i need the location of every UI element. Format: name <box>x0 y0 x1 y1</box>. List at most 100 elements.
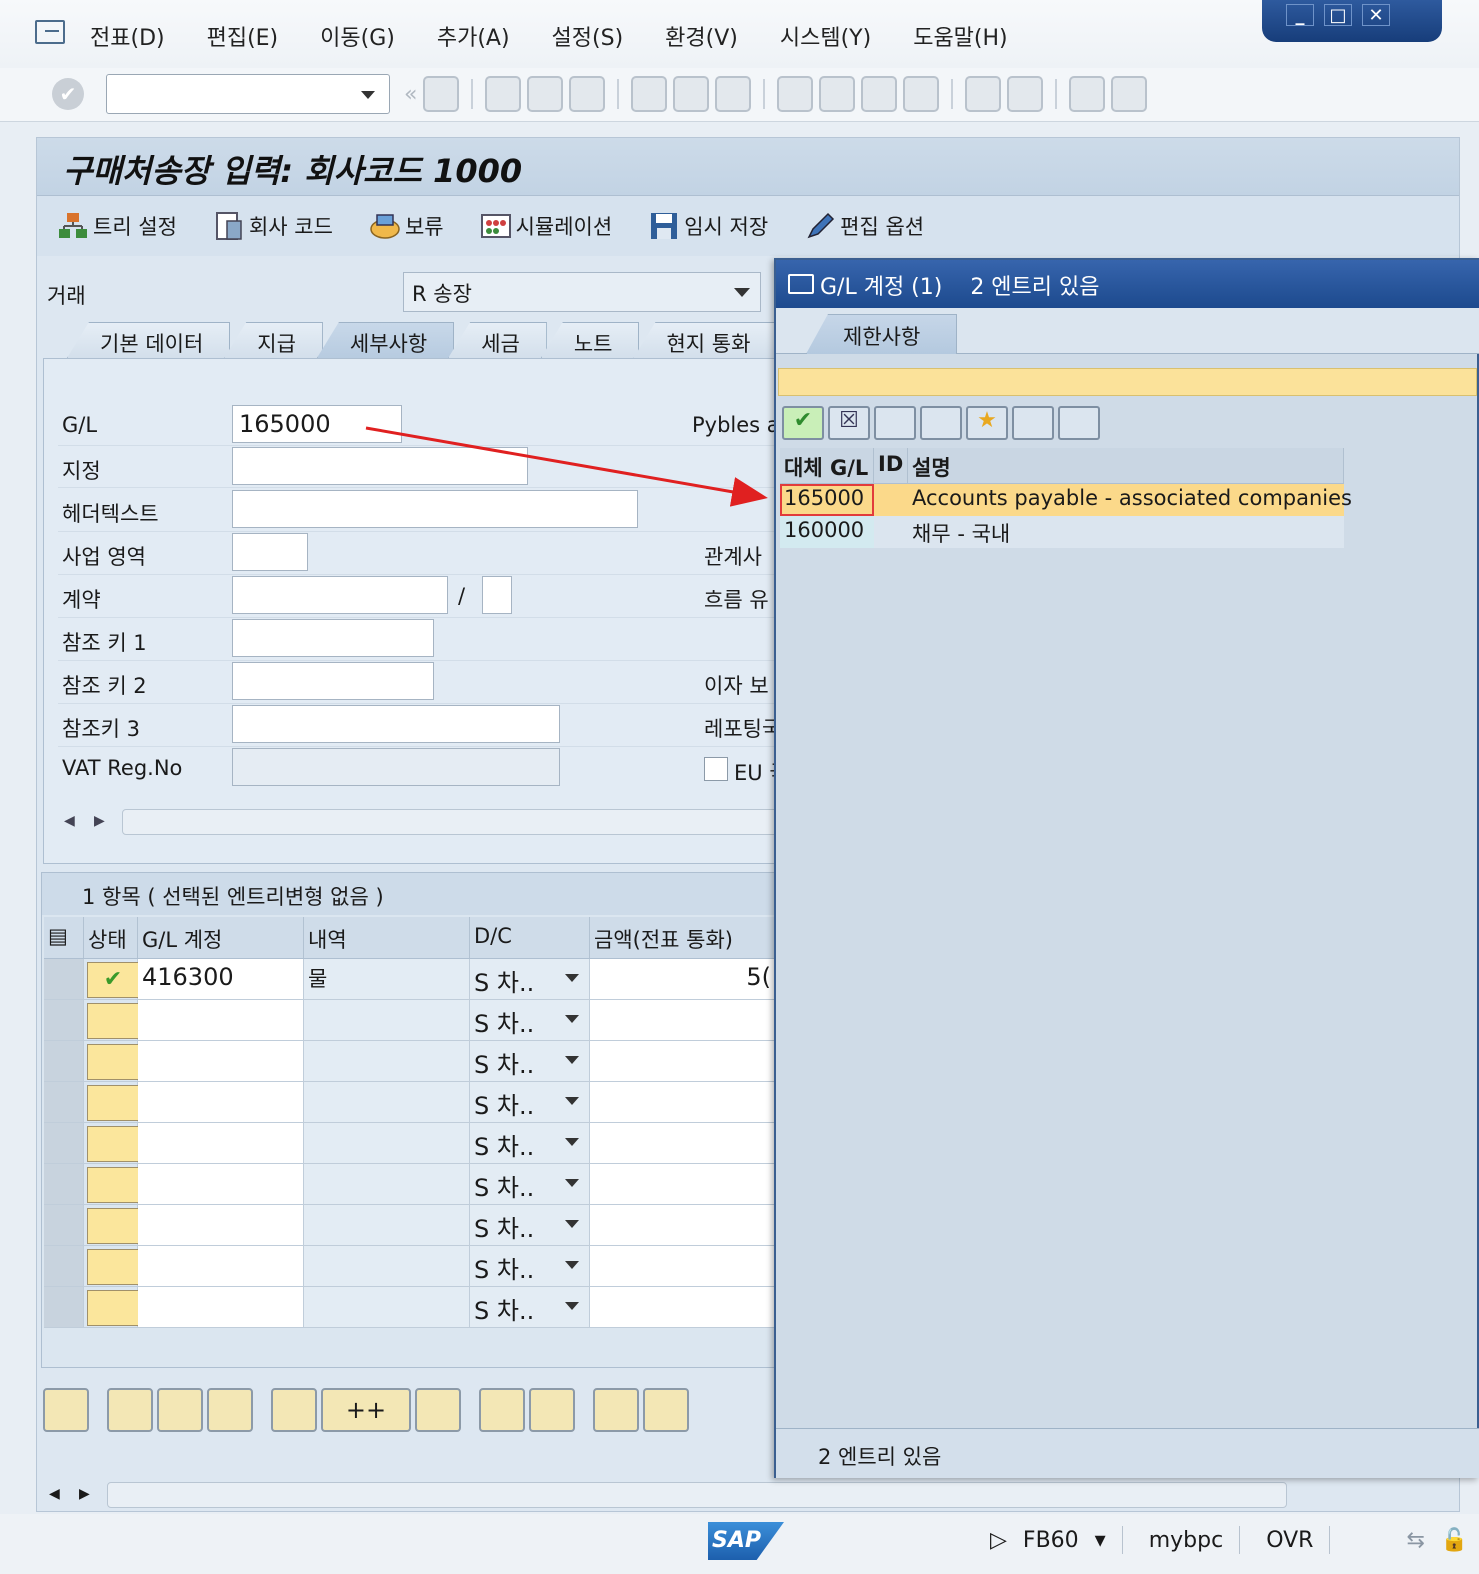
chevron-down-icon[interactable] <box>565 1220 579 1228</box>
tab-restrictions[interactable]: 제한사항 <box>806 314 958 354</box>
sort-ascending-icon[interactable] <box>593 1388 639 1432</box>
tree-settings-button[interactable]: 트리 설정 <box>57 211 177 241</box>
help-icon[interactable] <box>1012 406 1054 440</box>
first-page-icon[interactable] <box>777 76 814 112</box>
dc-cell[interactable]: S 차.. <box>470 1041 590 1082</box>
chevron-down-icon[interactable] <box>565 1138 579 1146</box>
back-icon[interactable]: « <box>404 82 417 107</box>
menu-goto[interactable]: 이동(G) <box>320 20 395 52</box>
col-description[interactable]: 설명 <box>908 448 1344 483</box>
scroll-left-icon[interactable]: ◀ <box>64 813 75 829</box>
eu-checkbox[interactable] <box>704 757 728 781</box>
add-rows-button[interactable]: ++ <box>321 1388 411 1432</box>
chevron-down-icon[interactable]: ▾ <box>1095 1528 1106 1553</box>
amount-cell[interactable] <box>590 1000 776 1041</box>
cancel-icon[interactable] <box>569 76 606 112</box>
contract-input[interactable] <box>232 576 448 614</box>
company-code-button[interactable]: 회사 코드 <box>213 211 333 241</box>
menu-document[interactable]: 전표(D) <box>90 20 165 52</box>
gl-cell[interactable] <box>138 1246 304 1287</box>
tab-tax[interactable]: 세금 <box>448 322 547 358</box>
text-cell[interactable]: 물 <box>304 959 470 1000</box>
last-page-icon[interactable] <box>903 76 940 112</box>
new-session-icon[interactable] <box>965 76 1002 112</box>
col-status[interactable]: 상태 <box>84 917 138 958</box>
col-amount[interactable]: 금액(전표 통화) <box>590 917 776 958</box>
table-row[interactable]: 165000 Accounts payable - associated com… <box>780 484 1352 516</box>
text-cell[interactable] <box>304 1123 470 1164</box>
dc-cell[interactable]: S 차.. <box>470 959 590 1000</box>
description-cell[interactable]: 채무 - 국내 <box>908 516 1344 548</box>
editing-options-button[interactable]: 편집 옵션 <box>804 211 924 241</box>
table-row[interactable]: 160000 채무 - 국내 <box>780 516 1344 548</box>
find-icon[interactable] <box>673 76 710 112</box>
filter-icon[interactable] <box>643 1388 689 1432</box>
col-text[interactable]: 내역 <box>304 917 470 958</box>
alt-gl-cell[interactable]: 165000 <box>780 484 874 516</box>
select-block-icon[interactable] <box>157 1388 203 1432</box>
enter-icon[interactable]: ✔ <box>52 78 84 110</box>
sync-icon[interactable]: ⇆ <box>1406 1528 1424 1553</box>
reference-key-3-input[interactable] <box>232 705 560 743</box>
gl-cell[interactable] <box>138 1205 304 1246</box>
menu-extras[interactable]: 추가(A) <box>437 20 510 52</box>
amount-cell[interactable] <box>590 1164 776 1205</box>
command-field[interactable] <box>106 74 390 114</box>
text-cell[interactable] <box>304 1000 470 1041</box>
text-cell[interactable] <box>304 1205 470 1246</box>
row-selector[interactable] <box>44 1246 84 1287</box>
find-next-icon[interactable] <box>715 76 752 112</box>
col-id[interactable]: ID <box>874 448 908 483</box>
description-cell[interactable]: Accounts payable - associated companies <box>908 484 1352 516</box>
menu-environment[interactable]: 환경(V) <box>665 20 738 52</box>
tab-payment[interactable]: 지급 <box>224 322 323 358</box>
text-cell[interactable] <box>304 1287 470 1328</box>
transaction-select[interactable]: R 송장 <box>403 272 761 312</box>
chevron-down-icon[interactable] <box>565 974 579 982</box>
business-area-input[interactable] <box>232 533 308 571</box>
maximize-icon[interactable]: □ <box>1324 4 1352 26</box>
shortcut-icon[interactable] <box>1007 76 1044 112</box>
scroll-left-icon[interactable]: ◀ <box>49 1486 60 1502</box>
reference-key-2-input[interactable] <box>232 662 434 700</box>
row-selector[interactable] <box>44 959 84 1000</box>
layout-icon[interactable] <box>1111 76 1148 112</box>
text-cell[interactable] <box>304 1246 470 1287</box>
amount-cell[interactable] <box>590 1123 776 1164</box>
select-all-icon[interactable] <box>107 1388 153 1432</box>
row-selector[interactable] <box>44 1123 84 1164</box>
menu-help[interactable]: 도움말(H) <box>913 20 1007 52</box>
header-text-input[interactable] <box>232 490 638 528</box>
row-selector[interactable] <box>44 1205 84 1246</box>
menu-system[interactable]: 시스템(Y) <box>780 20 871 52</box>
play-icon[interactable]: ▷ <box>990 1528 1007 1553</box>
cancel-icon[interactable]: ☒ <box>828 406 870 440</box>
insert-row-icon[interactable] <box>271 1388 317 1432</box>
screen-scrollbar[interactable]: ◀ ▶ <box>43 1480 1443 1508</box>
gl-cell[interactable] <box>138 1287 304 1328</box>
close-icon[interactable]: ✕ <box>1362 4 1390 26</box>
id-cell[interactable] <box>874 516 908 548</box>
table-settings-icon[interactable]: ▤ <box>44 917 84 958</box>
dc-cell[interactable]: S 차.. <box>470 1287 590 1328</box>
chevron-down-icon[interactable] <box>565 1015 579 1023</box>
amount-cell[interactable]: 5( <box>590 959 776 1000</box>
transaction-code[interactable]: FB60 <box>1023 1528 1079 1553</box>
exit-icon[interactable] <box>527 76 564 112</box>
menu-settings[interactable]: 설정(S) <box>552 20 624 52</box>
copy-icon[interactable] <box>479 1388 525 1432</box>
gl-cell[interactable] <box>138 1123 304 1164</box>
dc-cell[interactable]: S 차.. <box>470 1123 590 1164</box>
col-gl-account[interactable]: G/L 계정 <box>138 917 304 958</box>
text-cell[interactable] <box>304 1041 470 1082</box>
chevron-down-icon[interactable] <box>565 1097 579 1105</box>
menu-app-icon[interactable] <box>35 20 65 44</box>
col-alt-gl[interactable]: 대체 G/L <box>780 448 874 483</box>
chevron-down-icon[interactable] <box>565 1261 579 1269</box>
gl-cell[interactable] <box>138 1164 304 1205</box>
scroll-right-icon[interactable]: ▶ <box>94 813 105 829</box>
favorite-icon[interactable]: ★ <box>966 406 1008 440</box>
text-cell[interactable] <box>304 1164 470 1205</box>
amount-cell[interactable] <box>590 1041 776 1082</box>
scroll-track[interactable] <box>107 1482 1287 1508</box>
